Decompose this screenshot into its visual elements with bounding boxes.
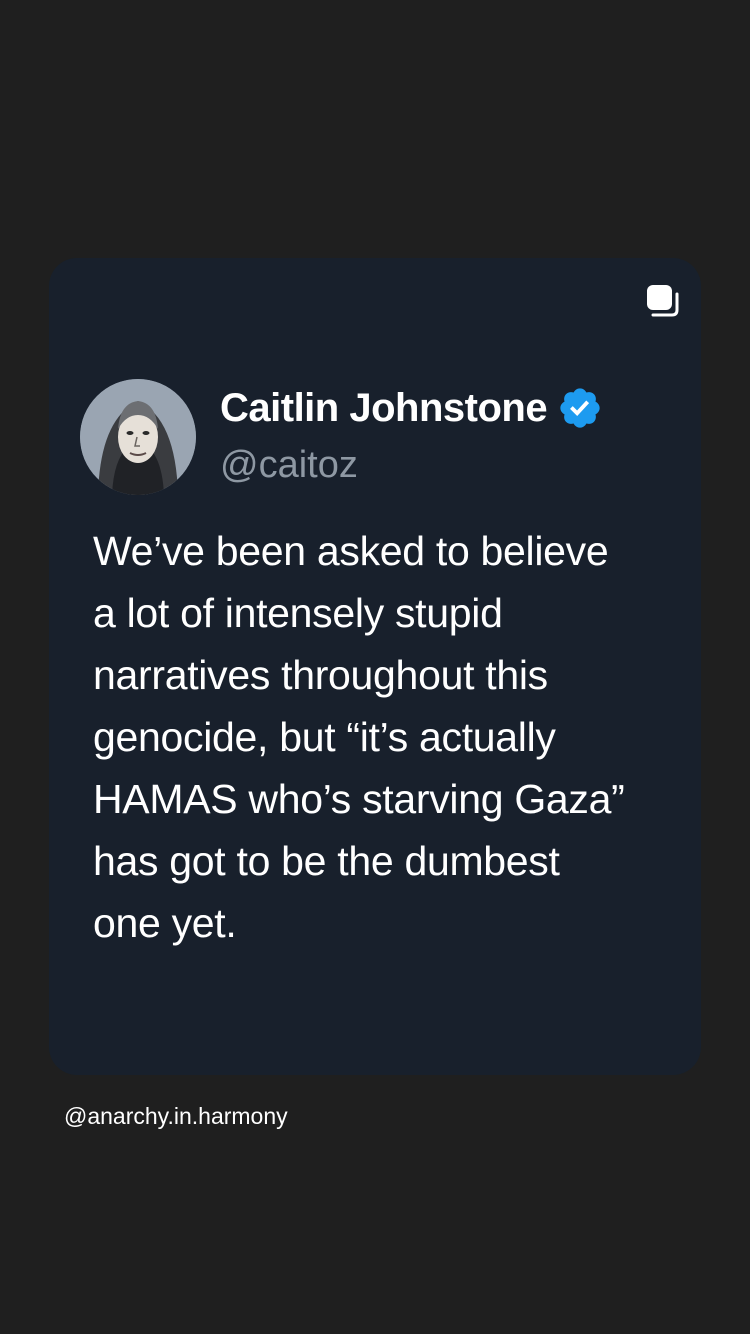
author-handle[interactable]: @caitoz [220,444,358,487]
tweet-text-line: one yet. [93,900,237,946]
tweet-text-line: genocide, but “it’s actually [93,714,556,760]
author-name-row[interactable]: Caitlin Johnstone [220,382,603,434]
story-page: Caitlin Johnstone @caitoz We’ve been ask… [0,0,750,1334]
tweet-text-line: has got to be the dumbest [93,838,560,884]
tweet-text-line: narratives throughout this [93,652,548,698]
verified-badge-icon [560,388,600,428]
tweet-text: We’ve been asked to believe a lot of int… [93,520,683,954]
tweet-card[interactable]: Caitlin Johnstone @caitoz We’ve been ask… [49,258,701,1075]
tweet-text-line: a lot of intensely stupid [93,590,503,636]
copy-icon[interactable] [644,282,680,318]
portrait-avatar-icon [80,379,196,495]
tweet-text-line: We’ve been asked to believe [93,528,609,574]
tweet-text-line: HAMAS who’s starving Gaza” [93,776,625,822]
credit-mention[interactable]: @anarchy.in.harmony [64,1103,288,1130]
avatar[interactable] [80,379,196,495]
author-name[interactable]: Caitlin Johnstone [220,386,548,431]
